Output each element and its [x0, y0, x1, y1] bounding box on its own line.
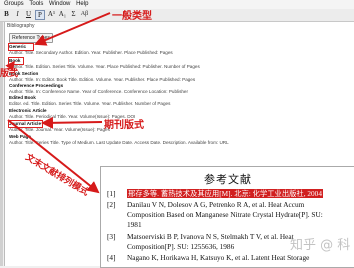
entry-template: Author. Title. Edition. Series Title. Vo… — [9, 64, 200, 69]
reference-text: Composition Based on Manganese Nitrate C… — [127, 210, 323, 219]
reference-number: [4] — [107, 253, 116, 262]
superscript-button[interactable]: A¹ — [47, 10, 56, 19]
reference-list-title: 参考文献 — [204, 173, 252, 186]
reference-text: Composition[P]. SU: 1255636, 1986 — [127, 242, 235, 251]
bold-button[interactable]: B — [2, 10, 11, 19]
callout-journal-format: 期刊版式 — [104, 120, 144, 131]
reference-text: Danilau V N, Dolesov A G, Petrenko R A, … — [127, 200, 305, 209]
reference-number: [3] — [107, 232, 116, 241]
reference-types-button[interactable]: Reference Types — [9, 33, 53, 43]
highlight-box-journal — [8, 120, 43, 128]
reference-number: [2] — [107, 200, 116, 209]
callout-generic-type: 一般类型 — [112, 11, 152, 22]
reference-item: Composition[P]. SU: 1255636, 1986 — [107, 242, 234, 252]
entry-conference[interactable]: Conference Proceedings Author. Title. In… — [9, 83, 188, 95]
reference-text: 1981 — [127, 220, 142, 229]
highlight-box-book — [8, 57, 24, 65]
menu-help[interactable]: Help — [76, 1, 88, 7]
reference-item: [2] Danilau V N, Dolesov A G, Petrenko R … — [107, 200, 304, 210]
reference-item: 1981 — [107, 220, 142, 230]
reference-item: Composition Based on Manganese Nitrate C… — [107, 210, 323, 220]
highlight-box-generic — [8, 43, 34, 51]
symbol-button[interactable]: Σ — [69, 10, 78, 19]
menu-groups[interactable]: Groups — [4, 1, 24, 7]
entry-edited-book[interactable]: Edited Book Editor. ed. Title. Edition. … — [9, 95, 170, 107]
menu-tools[interactable]: Tools — [29, 1, 43, 7]
reference-item: [1] 邢存多等. 蓄热技术及其应用[M]. 北京: 化学工业出版社, 2004 — [107, 189, 323, 199]
watermark: 知乎 @ 科 — [290, 238, 351, 253]
reference-text: Matsoerviski B P, Ivanova N S, Stelmakh … — [127, 232, 294, 241]
entry-template: Editor. ed. Title. Edition. Series Title… — [9, 101, 171, 106]
entry-template: Author. Title. Series Title. Type of Med… — [9, 140, 229, 145]
entry-web-page[interactable]: Web Page Author. Title. Series Title. Ty… — [9, 134, 229, 146]
menu-window[interactable]: Window — [49, 1, 70, 7]
entry-book-section[interactable]: Book Section Author. Title. In: Editor. … — [9, 71, 195, 83]
subscript-button[interactable]: A₁ — [58, 10, 67, 19]
entry-book[interactable]: Book Author. Title. Edition. Series Titl… — [9, 58, 200, 70]
callout-book-format: 版式 — [0, 69, 19, 79]
plain-button[interactable]: P — [35, 10, 45, 20]
reference-text: 邢存多等. 蓄热技术及其应用[M]. 北京: 化学工业出版社, 2004 — [127, 189, 323, 198]
reference-item: [4] Nagano K, Horikawa H, Katsuyo K, et a… — [107, 253, 309, 263]
case-button[interactable]: Aβ — [80, 10, 89, 19]
reference-item: [3] Matsoerviski B P, Ivanova N S, Stelma… — [107, 232, 294, 242]
reference-number: [1] — [107, 189, 116, 198]
panel-title: Bibliography — [7, 23, 35, 29]
left-sidebar-edge — [0, 22, 3, 266]
reference-text: Nagano K, Horikawa H, Katsuyo K, et al. … — [127, 253, 310, 262]
italic-button[interactable]: I — [13, 10, 22, 19]
format-toolbar: B I U P A¹ A₁ Σ Aβ — [0, 9, 354, 22]
menu-bar: Groups Tools Window Help — [0, 0, 354, 9]
underline-button[interactable]: U — [24, 10, 33, 19]
